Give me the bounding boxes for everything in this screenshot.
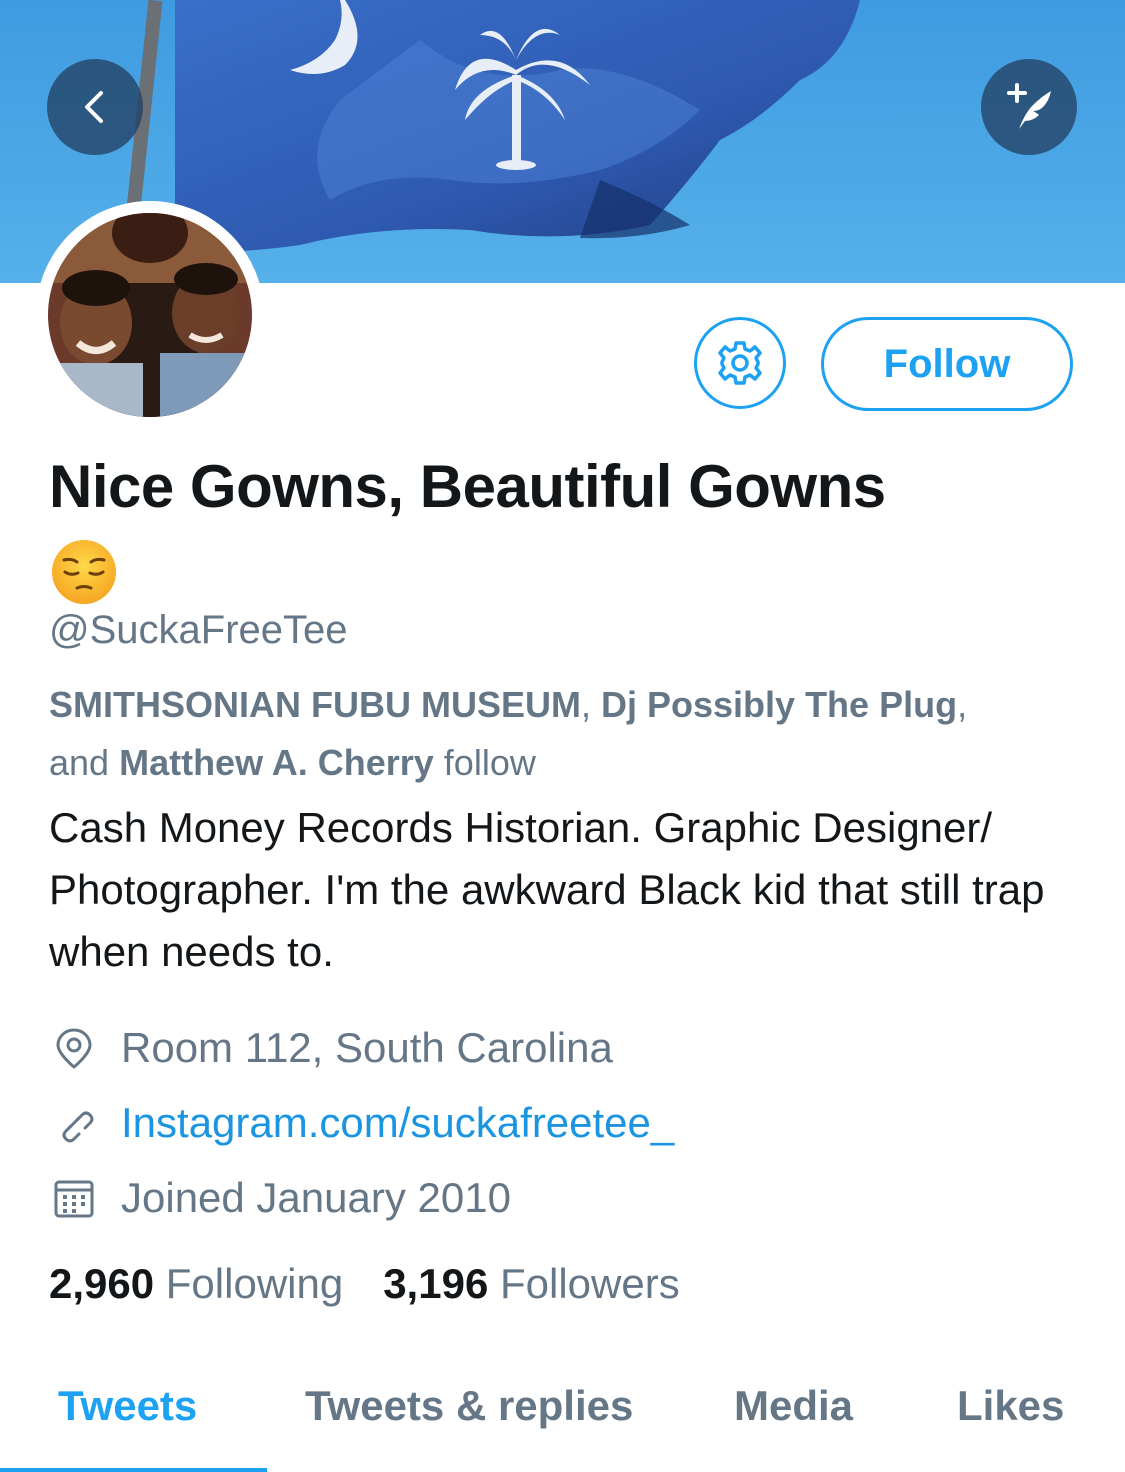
followers-stat[interactable]: 3,196 Followers [383,1260,680,1307]
display-name: Nice Gowns, Beautiful Gowns [49,453,886,520]
follow-button[interactable]: Follow [821,317,1073,411]
avatar[interactable] [36,201,264,429]
compose-tweet-icon [1007,83,1051,129]
tab-tweets[interactable]: Tweets [58,1382,197,1430]
followed-by-text: SMITHSONIAN FUBU MUSEUM, Dj Possibly The… [49,684,968,783]
user-handle: @SuckaFreeTee [49,608,348,652]
location-row: Room 112, South Carolina [49,1020,613,1076]
profile-tabs: Tweets Tweets & replies Media Likes [0,1360,1125,1472]
settings-button[interactable] [694,317,786,409]
tab-tweets-replies[interactable]: Tweets & replies [305,1382,633,1430]
tab-media[interactable]: Media [734,1382,853,1430]
following-stat[interactable]: 2,960 Following [49,1260,343,1307]
active-tab-indicator [0,1468,267,1472]
joined-date: Joined January 2010 [121,1174,511,1221]
pensive-face-emoji [52,540,116,604]
joined-row: Joined January 2010 [49,1170,511,1226]
profile-bio: Cash Money Records Historian. Graphic De… [49,804,1045,975]
follow-stats: 2,960 Following 3,196 Followers [49,1260,680,1308]
website-link[interactable]: Instagram.com/suckafreetee_ [121,1099,674,1147]
website-row: Instagram.com/suckafreetee_ [49,1095,674,1151]
gear-icon [718,341,762,385]
location-pin-icon [49,1023,99,1073]
avatar-photo [48,213,252,417]
location-text: Room 112, South Carolina [121,1024,613,1071]
calendar-icon [49,1173,99,1223]
chevron-left-icon [85,91,103,123]
follower-name-link[interactable]: Matthew A. Cherry [119,742,434,783]
follower-name-link[interactable]: Dj Possibly The Plug [601,684,957,725]
tab-likes[interactable]: Likes [957,1382,1064,1430]
follower-name-link[interactable]: SMITHSONIAN FUBU MUSEUM [49,684,581,725]
back-button[interactable] [47,59,143,155]
link-icon [49,1098,99,1148]
compose-tweet-button[interactable] [981,59,1077,155]
